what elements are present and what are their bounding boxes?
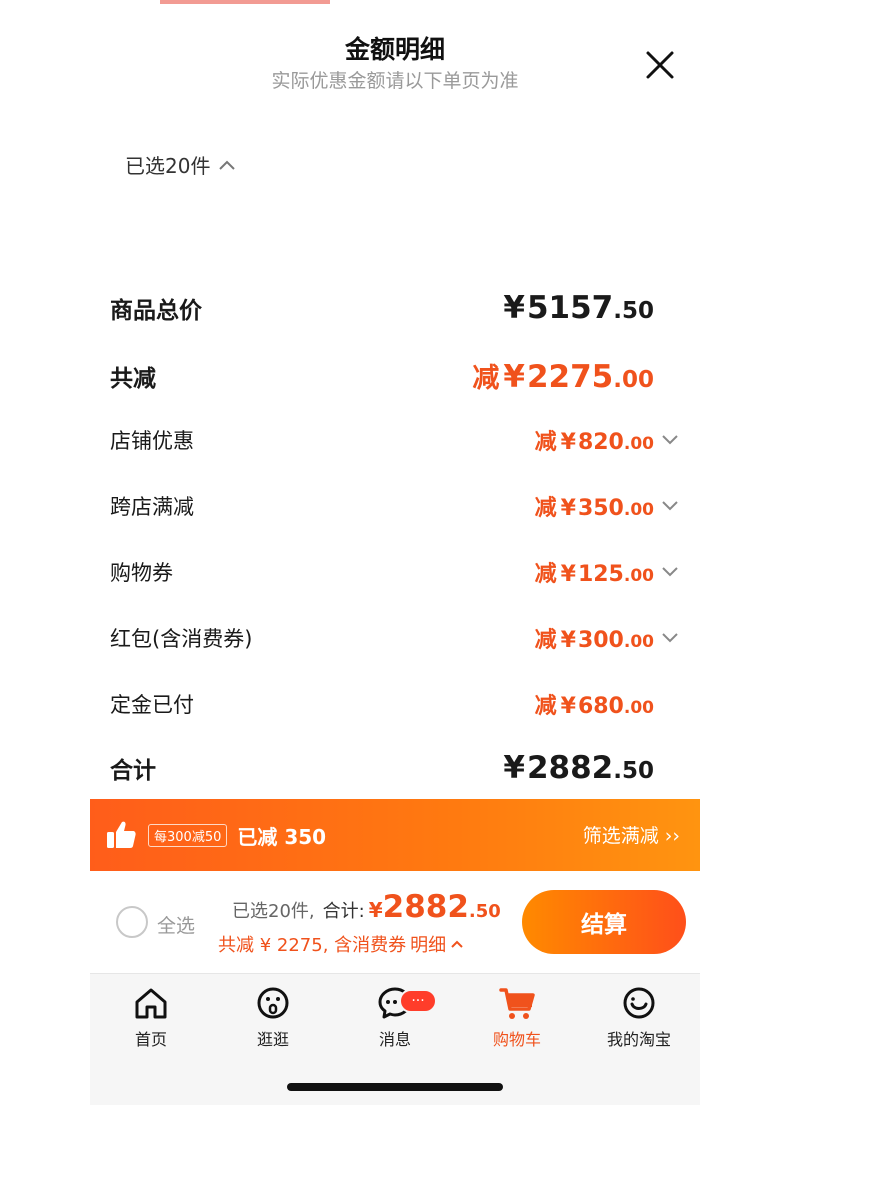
detail-label: 定金已付	[110, 693, 194, 717]
tab-cart[interactable]: 购物车	[467, 984, 567, 1050]
tab-profile[interactable]: 我的淘宝	[589, 984, 689, 1050]
total-price-label: 商品总价	[110, 298, 202, 324]
promo-tag: 每300减50	[148, 823, 228, 847]
home-indicator[interactable]	[287, 1083, 503, 1091]
selected-count-label: 已选20件	[125, 154, 211, 178]
message-badge: ···	[399, 989, 437, 1013]
select-all-label[interactable]: 全选	[157, 911, 195, 938]
detail-amount: 减 ¥820.00	[534, 430, 654, 455]
row-deposit-paid: 定金已付 减 ¥680.00	[110, 688, 680, 720]
grand-total-amount: ¥2882.50	[503, 750, 654, 786]
total-reduce-amount: 减 ¥2275.00	[472, 359, 654, 395]
sheet-title: 金额明细	[344, 35, 445, 64]
row-total-reduce: 共减 减 ¥2275.00	[110, 356, 680, 395]
sheet-subtitle: 实际优惠金额请以下单页为准	[271, 70, 519, 92]
chevron-down-icon	[662, 435, 678, 445]
filter-discount-link[interactable]: 筛选满减 ››	[583, 821, 680, 848]
row-red-packet[interactable]: 红包(含消费券) 减 ¥300.00	[110, 622, 680, 654]
close-button[interactable]	[643, 48, 677, 82]
detail-label: 跨店满减	[110, 495, 194, 519]
detail-label: 购物券	[110, 561, 173, 585]
checkout-summary: 已选20件, 合计: ¥ 2882 .50	[232, 889, 501, 925]
total-price-amount: ¥5157.50	[503, 290, 654, 326]
row-total-price: 商品总价 ¥5157.50	[110, 290, 680, 326]
grand-total-label: 合计	[110, 758, 156, 784]
profile-icon	[623, 987, 655, 1019]
detail-link[interactable]: 明细	[410, 931, 464, 957]
chevron-down-icon	[662, 501, 678, 511]
tab-home[interactable]: 首页	[101, 984, 201, 1050]
promo-banner: 每300减50 已减 350 筛选满减 ››	[90, 799, 700, 871]
home-icon	[135, 988, 167, 1019]
detail-amount: 减 ¥680.00	[534, 694, 654, 719]
tab-explore[interactable]: 逛逛	[223, 984, 323, 1050]
select-all-radio[interactable]	[116, 906, 148, 938]
chevron-up-icon	[219, 160, 236, 170]
detail-amount: 减 ¥125.00	[534, 562, 654, 587]
selected-count-toggle[interactable]: 已选20件	[125, 150, 236, 179]
cart-icon	[499, 988, 535, 1019]
total-reduce-label: 共减	[110, 365, 156, 392]
row-cross-shop-discount[interactable]: 跨店满减 减 ¥350.00	[110, 490, 680, 522]
checkout-reduce-info: 共减 ¥ 2275, 含消费券 明细	[218, 931, 464, 957]
row-grand-total: 合计 ¥2882.50	[110, 750, 680, 786]
detail-label: 店铺优惠	[110, 429, 194, 453]
row-shop-discount[interactable]: 店铺优惠 减 ¥820.00	[110, 424, 680, 456]
checkout-bar: 全选 已选20件, 合计: ¥ 2882 .50 共减 ¥ 2275, 含消费券…	[90, 871, 700, 973]
chevron-down-icon	[662, 633, 678, 643]
detail-amount: 减 ¥350.00	[534, 496, 654, 521]
close-icon	[646, 51, 674, 79]
amount-detail-sheet: 金额明细 实际优惠金额请以下单页为准 已选20件 商品总价 ¥5157.50 共…	[90, 0, 700, 1105]
background-peek	[160, 0, 330, 4]
detail-label: 红包(含消费券)	[110, 627, 253, 651]
row-shopping-coupon[interactable]: 购物券 减 ¥125.00	[110, 556, 680, 588]
explore-icon	[257, 987, 289, 1019]
thumbs-up-icon	[107, 821, 136, 848]
chevron-up-icon	[451, 940, 463, 948]
detail-amount: 减 ¥300.00	[534, 628, 654, 653]
chevron-down-icon	[662, 567, 678, 577]
checkout-button[interactable]: 结算	[522, 890, 686, 954]
promo-reduced-text: 已减 350	[237, 824, 327, 849]
tab-messages[interactable]: ··· 消息	[345, 984, 445, 1050]
